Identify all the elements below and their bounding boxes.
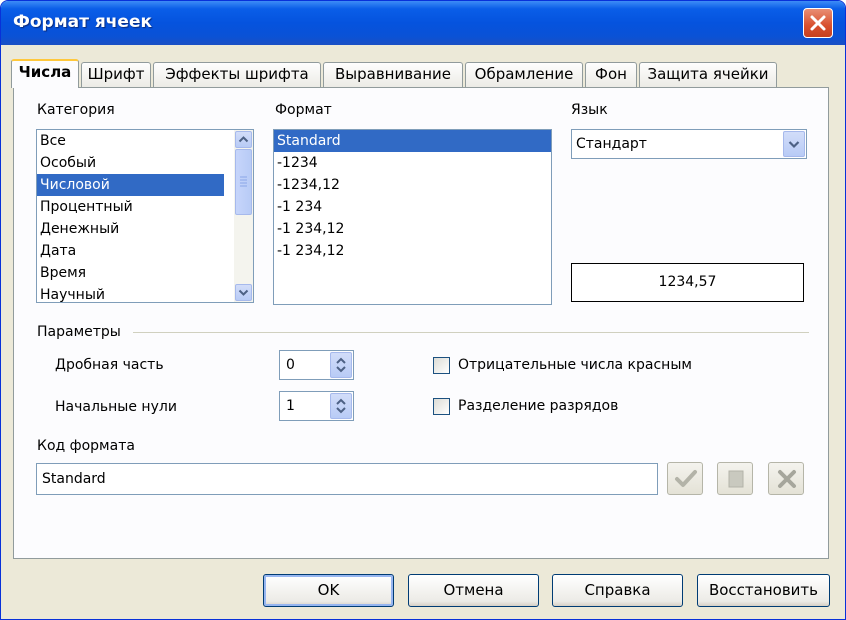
tab-numbers[interactable]: Числа	[11, 59, 79, 88]
delete-icon	[778, 470, 796, 488]
tab-borders[interactable]: Обрамление	[465, 62, 583, 87]
category-label: Категория	[37, 102, 115, 118]
list-item[interactable]: Числовой	[37, 174, 224, 196]
help-button[interactable]: Справка	[552, 574, 683, 607]
list-item[interactable]: Время	[37, 262, 253, 284]
language-dropdown-button[interactable]	[783, 131, 805, 157]
format-listbox[interactable]: Standard -1234 -1234,12 -1 234 -1 234,12…	[273, 129, 552, 305]
language-value: Стандарт	[576, 136, 647, 152]
edit-comment-button[interactable]	[717, 462, 753, 495]
leading-zeros-label: Начальные нули	[55, 399, 177, 415]
list-item[interactable]: -1234	[274, 152, 551, 174]
parameters-separator	[133, 332, 809, 333]
list-item[interactable]: -1 234,12	[274, 218, 551, 240]
spinner-buttons[interactable]	[330, 352, 352, 378]
list-item[interactable]: Научный	[37, 284, 253, 302]
scroll-up-button[interactable]	[235, 131, 252, 148]
chevron-down-icon	[788, 141, 800, 149]
thousands-separator-checkbox[interactable]	[433, 398, 450, 415]
list-item[interactable]: Все	[37, 130, 253, 152]
decimal-places-spinner[interactable]: 0	[279, 350, 354, 380]
leading-zeros-spinner[interactable]: 1	[279, 391, 354, 421]
leading-zeros-value: 1	[286, 398, 295, 414]
grip-icon	[240, 176, 247, 187]
list-item[interactable]: Процентный	[37, 196, 253, 218]
reset-button[interactable]: Восстановить	[697, 574, 830, 607]
tab-cell-protection[interactable]: Защита ячейки	[639, 62, 777, 87]
list-item[interactable]: -1 234	[274, 196, 551, 218]
close-icon	[810, 15, 826, 31]
tab-background[interactable]: Фон	[585, 62, 637, 87]
format-preview: 1234,57	[571, 263, 804, 302]
cancel-button[interactable]: Отмена	[408, 574, 539, 607]
format-code-input[interactable]: Standard	[36, 463, 658, 495]
tab-bar: Числа Шрифт Эффекты шрифта Выравнивание …	[11, 59, 831, 88]
note-icon	[728, 470, 744, 488]
spin-arrows-icon	[336, 398, 346, 414]
tab-alignment[interactable]: Выравнивание	[323, 62, 463, 87]
thousands-separator-label[interactable]: Разделение разрядов	[458, 398, 618, 414]
chevron-up-icon	[238, 136, 249, 143]
list-item[interactable]: Особый	[37, 152, 253, 174]
chevron-down-icon	[238, 289, 249, 296]
category-scrollbar[interactable]	[234, 130, 253, 302]
delete-format-button[interactable]	[768, 462, 804, 495]
list-item[interactable]: Денежный	[37, 218, 253, 240]
scroll-down-button[interactable]	[235, 284, 252, 301]
list-item[interactable]: Дата	[37, 240, 253, 262]
format-code-label: Код формата	[37, 438, 135, 454]
negative-red-checkbox[interactable]	[433, 357, 450, 374]
decimal-places-label: Дробная часть	[55, 357, 164, 373]
decimal-places-value: 0	[286, 357, 295, 373]
format-cells-dialog: Формат ячеек Числа Шрифт Эффекты шрифта …	[0, 0, 846, 620]
language-select[interactable]: Стандарт	[571, 129, 807, 159]
spinner-buttons[interactable]	[330, 393, 352, 419]
window-title: Формат ячеек	[13, 12, 153, 32]
list-item[interactable]: Standard	[274, 130, 551, 152]
parameters-heading: Параметры	[37, 324, 121, 340]
scroll-thumb[interactable]	[235, 149, 252, 215]
tab-font[interactable]: Шрифт	[81, 62, 151, 87]
list-item[interactable]: -1234,12	[274, 174, 551, 196]
apply-format-button[interactable]	[667, 462, 703, 495]
list-item[interactable]: -1 234,12	[274, 240, 551, 262]
checkmark-icon	[675, 470, 697, 487]
category-listbox[interactable]: Все Особый Числовой Процентный Денежный …	[36, 129, 254, 303]
format-label: Формат	[275, 102, 332, 118]
ok-button[interactable]: OK	[263, 574, 394, 607]
spin-arrows-icon	[336, 357, 346, 373]
close-button[interactable]	[803, 8, 833, 38]
title-bar[interactable]: Формат ячеек	[1, 1, 845, 45]
language-label: Язык	[571, 102, 608, 118]
negative-red-label[interactable]: Отрицательные числа красным	[458, 357, 692, 373]
format-code-value: Standard	[42, 471, 106, 487]
tab-font-effects[interactable]: Эффекты шрифта	[153, 62, 321, 87]
